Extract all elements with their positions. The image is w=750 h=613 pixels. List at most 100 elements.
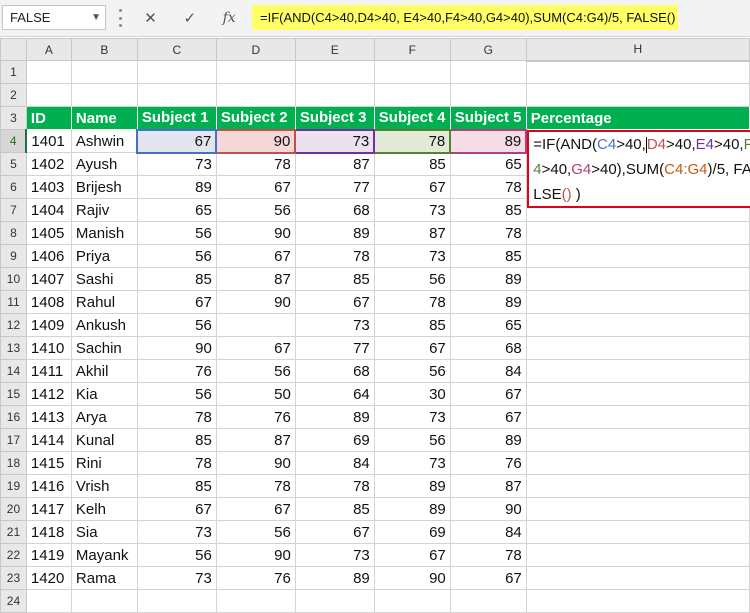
row-header[interactable]: 13 xyxy=(0,336,27,360)
score-cell[interactable]: 56 xyxy=(136,313,217,337)
score-cell[interactable]: 78 xyxy=(449,543,527,567)
id-cell[interactable]: 1406 xyxy=(25,244,72,268)
score-cell[interactable]: 67 xyxy=(215,336,296,360)
percentage-cell[interactable] xyxy=(525,428,750,452)
row-header[interactable]: 21 xyxy=(0,520,27,544)
name-cell[interactable]: Sia xyxy=(70,520,138,544)
id-cell[interactable]: 1402 xyxy=(25,152,72,176)
score-cell[interactable]: 68 xyxy=(449,336,527,360)
id-cell[interactable]: 1410 xyxy=(25,336,72,360)
percentage-cell[interactable] xyxy=(525,474,750,498)
row-header[interactable]: 17 xyxy=(0,428,27,452)
row-header[interactable]: 15 xyxy=(0,382,27,406)
score-cell[interactable]: 77 xyxy=(294,175,375,199)
score-cell[interactable]: 85 xyxy=(136,474,217,498)
name-cell[interactable]: Ayush xyxy=(70,152,138,176)
cell[interactable] xyxy=(373,83,451,107)
cell[interactable] xyxy=(70,60,138,84)
score-cell[interactable]: 76 xyxy=(136,359,217,383)
id-cell[interactable]: 1413 xyxy=(25,405,72,429)
score-cell[interactable]: 69 xyxy=(373,520,451,544)
score-cell[interactable]: 68 xyxy=(294,198,375,222)
name-cell[interactable]: Akhil xyxy=(70,359,138,383)
score-cell[interactable]: 67 xyxy=(136,128,218,154)
id-cell[interactable]: 1419 xyxy=(25,543,72,567)
score-cell[interactable]: 89 xyxy=(449,267,527,291)
name-cell[interactable]: Priya xyxy=(70,244,138,268)
score-cell[interactable]: 67 xyxy=(294,520,375,544)
score-cell[interactable]: 69 xyxy=(294,428,375,452)
score-cell[interactable]: 78 xyxy=(294,244,375,268)
score-cell[interactable]: 76 xyxy=(215,405,296,429)
score-cell[interactable]: 89 xyxy=(136,175,217,199)
id-cell[interactable]: 1404 xyxy=(25,198,72,222)
select-all-corner[interactable] xyxy=(0,38,27,61)
score-cell[interactable]: 85 xyxy=(449,198,527,222)
score-cell[interactable]: 67 xyxy=(215,244,296,268)
score-cell[interactable]: 73 xyxy=(294,543,375,567)
name-cell[interactable]: Rini xyxy=(70,451,138,475)
percentage-cell[interactable] xyxy=(525,520,750,544)
score-cell[interactable]: 56 xyxy=(136,382,217,406)
row-header[interactable]: 20 xyxy=(0,497,27,521)
score-cell[interactable]: 78 xyxy=(449,175,527,199)
cell[interactable] xyxy=(294,83,375,107)
header-cell[interactable]: Subject 3 xyxy=(294,106,375,130)
score-cell[interactable]: 65 xyxy=(449,313,527,337)
row-header[interactable]: 12 xyxy=(0,313,27,337)
score-cell[interactable]: 78 xyxy=(294,474,375,498)
score-cell[interactable]: 56 xyxy=(373,359,451,383)
row-header[interactable]: 11 xyxy=(0,290,27,314)
id-cell[interactable]: 1416 xyxy=(25,474,72,498)
score-cell[interactable]: 56 xyxy=(136,221,217,245)
column-header-b[interactable]: B xyxy=(70,38,138,61)
row-header[interactable]: 8 xyxy=(0,221,27,245)
score-cell[interactable]: 56 xyxy=(136,543,217,567)
row-header[interactable]: 24 xyxy=(0,589,27,613)
score-cell[interactable]: 85 xyxy=(136,428,217,452)
cell[interactable] xyxy=(25,83,72,107)
score-cell[interactable]: 78 xyxy=(449,221,527,245)
row-header[interactable]: 7 xyxy=(0,198,27,222)
score-cell[interactable]: 87 xyxy=(215,267,296,291)
score-cell[interactable]: 68 xyxy=(294,359,375,383)
score-cell[interactable]: 89 xyxy=(373,497,451,521)
score-cell[interactable]: 67 xyxy=(449,566,527,590)
row-header[interactable]: 3 xyxy=(0,106,27,130)
formula-input[interactable]: =IF(AND(C4>40,D4>40, E4>40,F4>40,G4>40),… xyxy=(252,5,678,30)
name-cell[interactable]: Vrish xyxy=(70,474,138,498)
score-cell[interactable]: 87 xyxy=(294,152,375,176)
score-cell[interactable]: 89 xyxy=(449,428,527,452)
row-header[interactable]: 9 xyxy=(0,244,27,268)
cell[interactable] xyxy=(136,589,217,613)
id-cell[interactable]: 1409 xyxy=(25,313,72,337)
drag-handle-icon[interactable] xyxy=(119,9,122,27)
score-cell[interactable]: 87 xyxy=(215,428,296,452)
score-cell[interactable]: 67 xyxy=(373,543,451,567)
name-cell[interactable]: Sashi xyxy=(70,267,138,291)
score-cell[interactable]: 73 xyxy=(294,128,376,154)
score-cell[interactable]: 90 xyxy=(215,290,296,314)
name-cell[interactable]: Mayank xyxy=(70,543,138,567)
id-cell[interactable]: 1405 xyxy=(25,221,72,245)
id-cell[interactable]: 1408 xyxy=(25,290,72,314)
score-cell[interactable]: 78 xyxy=(215,474,296,498)
id-cell[interactable]: 1420 xyxy=(25,566,72,590)
score-cell[interactable]: 90 xyxy=(449,497,527,521)
percentage-cell[interactable] xyxy=(525,290,750,314)
score-cell[interactable]: 73 xyxy=(294,313,375,337)
row-header[interactable]: 19 xyxy=(0,474,27,498)
id-cell[interactable]: 1412 xyxy=(25,382,72,406)
score-cell[interactable] xyxy=(215,313,296,337)
percentage-cell[interactable] xyxy=(525,405,750,429)
cell[interactable] xyxy=(25,589,72,613)
score-cell[interactable]: 78 xyxy=(136,405,217,429)
score-cell[interactable]: 67 xyxy=(215,175,296,199)
score-cell[interactable]: 87 xyxy=(449,474,527,498)
x-icon[interactable]: ✕ xyxy=(144,9,157,27)
cell[interactable] xyxy=(373,589,451,613)
score-cell[interactable]: 64 xyxy=(294,382,375,406)
percentage-cell[interactable] xyxy=(525,336,750,360)
column-header-h[interactable]: H xyxy=(525,38,750,62)
column-header-f[interactable]: F xyxy=(373,38,451,61)
